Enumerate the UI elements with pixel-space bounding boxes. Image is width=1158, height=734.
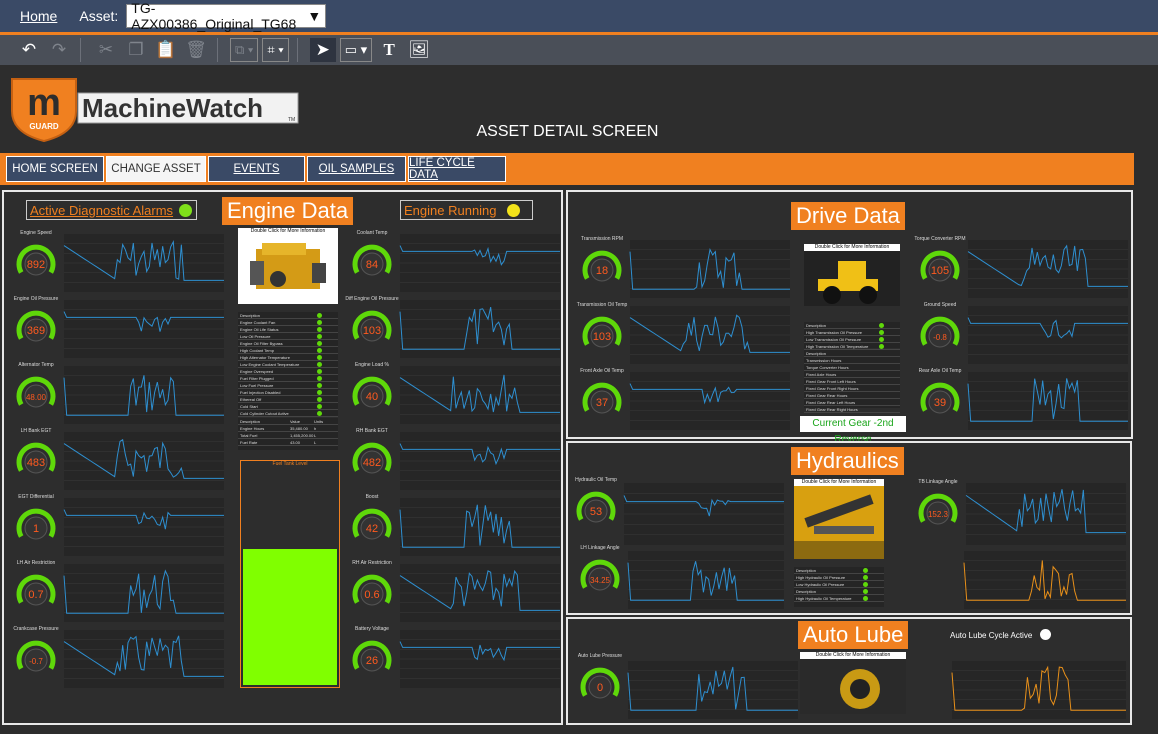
gauge-label: Engine Speed	[20, 230, 52, 236]
autolube-gauges-charts: Auto Lube Pressure 0	[578, 653, 1126, 719]
logo-shield-sub: GUARD	[29, 122, 59, 131]
gauge-label: RH Air Restriction	[352, 560, 392, 566]
toolbar-divider	[80, 38, 81, 62]
redo-icon[interactable]: ↷	[46, 38, 72, 62]
top-bar: Home Asset: TG-AZX00386_Original_TG68 ▼	[0, 0, 1158, 32]
page-title: ASSET DETAIL SCREEN	[476, 123, 659, 140]
gauge-label: Hydraulic Oil Temp	[575, 477, 617, 483]
gauge-label: Coolant Temp	[357, 230, 388, 236]
machinewatch-logo: m GUARD MachineWatch TM	[10, 77, 300, 143]
gauge-label: Battery Voltage	[355, 626, 389, 632]
gauge-value: 84	[366, 259, 378, 271]
asset-select-value: TG-AZX00386_Original_TG68	[131, 0, 297, 32]
gauge-value: -0.7	[29, 657, 43, 666]
asset-label: Asset:	[79, 8, 119, 24]
gauge-label: Transmission RPM	[581, 236, 623, 242]
gauge-label: EGT Differential	[18, 494, 53, 500]
hydraulics-panel: Hydraulics Double Click for More Informa…	[566, 441, 1132, 615]
gauge-label: Ground Speed	[924, 302, 957, 308]
gauge-value: 18	[596, 265, 608, 277]
paste-icon[interactable]: 📋	[153, 38, 179, 62]
logo-graphic: m GUARD MachineWatch TM	[11, 78, 299, 143]
grid-icon[interactable]: ⌗ ▾	[262, 38, 289, 62]
text-icon[interactable]: T	[376, 38, 402, 62]
gauge-label: Boost	[366, 494, 379, 500]
gauge-label: Crankcase Pressure	[13, 626, 59, 632]
rectangle-icon[interactable]: ▭ ▾	[339, 38, 373, 62]
image-icon[interactable]: 🖼	[406, 38, 432, 62]
gauge-value: 103	[363, 325, 381, 337]
gauge-label: LH Air Restriction	[17, 560, 56, 566]
gauge-value: 892	[27, 259, 45, 271]
engine-panel: Active Diagnostic Alarms Engine Data Eng…	[2, 190, 563, 725]
gauge-value: 103	[593, 331, 611, 343]
gauge-value: 0.6	[364, 589, 379, 601]
gauge-value: 34.25	[590, 576, 611, 585]
gauge-label: Torque Converter RPM	[914, 236, 965, 242]
hydraulics-gauges-charts: Hydraulic Oil Temp 53 LH Linkage Angle 34.2…	[575, 477, 1126, 609]
cut-icon[interactable]: ✂	[93, 38, 119, 62]
nav-change-asset[interactable]: CHANGE ASSET	[106, 156, 206, 182]
logo-text: MachineWatch	[82, 93, 263, 123]
nav-bar: HOME SCREEN CHANGE ASSET EVENTS OIL SAMP…	[0, 153, 1134, 185]
toolbar: ↶ ↷ ✂ ❐ 📋 🗑 ⧉ ▾ ⌗ ▾ ➤ ▭ ▾ T 🖼	[0, 35, 1158, 65]
gauge-value: 40	[366, 391, 378, 403]
gauge-label: Alternator Temp	[18, 362, 53, 368]
logo-tm: TM	[288, 117, 295, 123]
gauge-value: 483	[27, 457, 45, 469]
drive-gauges-charts: Transmission RPM 18 Transmission Oil Temp 1…	[577, 236, 1128, 430]
toolbar-divider	[296, 38, 298, 62]
gauge-label: TB Linkage Angle	[918, 479, 957, 485]
copy-icon[interactable]: ❐	[123, 38, 149, 62]
drive-panel: Drive Data Double Click for More Informa…	[566, 190, 1133, 445]
gauge-value: 48.00	[26, 393, 47, 402]
gauge-value: 0	[597, 682, 603, 694]
nav-events[interactable]: EVENTS	[208, 156, 305, 182]
gauge-value: 369	[27, 325, 45, 337]
gauge-value: 42	[366, 523, 378, 535]
gauge-label: LH Bank EGT	[21, 428, 52, 434]
undo-icon[interactable]: ↶	[16, 38, 42, 62]
gauge-value: 0.7	[28, 589, 43, 601]
autolube-panel: Auto Lube Auto Lube Cycle Active Double …	[566, 617, 1132, 725]
gauge-label: Rear Axle Oil Temp	[919, 368, 962, 374]
gauge-label: Diff Engine Oil Pressure	[345, 296, 398, 302]
asset-select[interactable]: TG-AZX00386_Original_TG68 ▼	[126, 0, 327, 32]
gauge-value: -0.8	[933, 333, 947, 342]
gauge-value: 26	[366, 655, 378, 667]
logo-shield-letter: m	[27, 82, 61, 124]
toolbar-divider	[217, 38, 218, 62]
gauge-value: 53	[590, 506, 602, 518]
gauge-value: 37	[596, 397, 608, 409]
delete-icon[interactable]: 🗑	[183, 38, 209, 62]
gauge-label: Front Axle Oil Temp	[580, 368, 624, 374]
gauge-value: 152.3	[928, 510, 949, 519]
gauge-value: 1	[33, 523, 39, 535]
gauge-label: RH Bank EGT	[356, 428, 388, 434]
pointer-icon[interactable]: ➤	[309, 38, 336, 62]
engine-gauges-charts: Engine Speed 892 Engine Oil Pressure 369 Alt…	[13, 230, 560, 688]
chevron-down-icon: ▼	[307, 8, 322, 24]
home-link[interactable]: Home	[20, 8, 57, 24]
gauge-label: Auto Lube Pressure	[578, 653, 622, 659]
nav-home-screen[interactable]: HOME SCREEN	[6, 156, 104, 182]
gauge-value: 105	[931, 265, 949, 277]
gauge-value: 482	[363, 457, 381, 469]
gauge-label: Engine Load %	[355, 362, 389, 368]
dashboard-canvas: m GUARD MachineWatch TM ASSET DETAIL SCR…	[0, 65, 1158, 734]
gauge-value: 39	[934, 397, 946, 409]
group-icon[interactable]: ⧉ ▾	[230, 38, 259, 62]
gauge-label: LH Linkage Angle	[580, 545, 619, 551]
nav-oil-samples[interactable]: OIL SAMPLES	[307, 156, 406, 182]
gauge-label: Engine Oil Pressure	[14, 296, 59, 302]
gauge-label: Transmission Oil Temp	[577, 302, 628, 308]
nav-life-cycle-data[interactable]: LIFE CYCLE DATA	[408, 156, 506, 182]
